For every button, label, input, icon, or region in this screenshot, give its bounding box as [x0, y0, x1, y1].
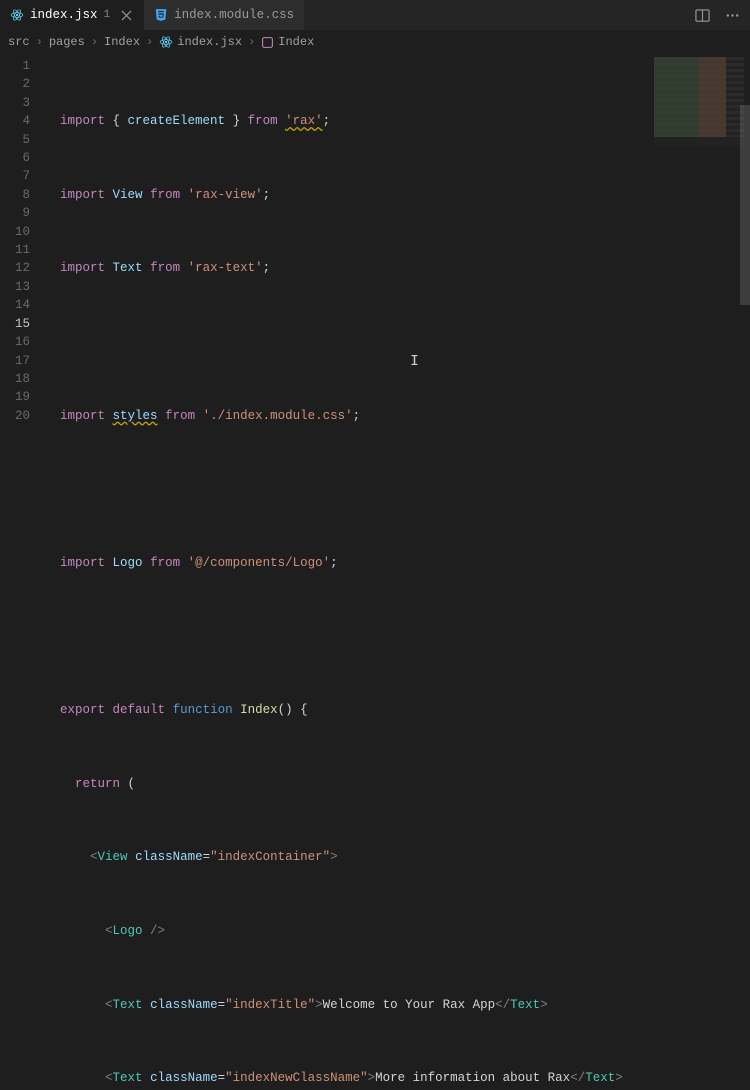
code-line: <View className="indexContainer"> — [48, 848, 750, 866]
chevron-right-icon: › — [91, 35, 98, 49]
code-line: import styles from './index.module.css'; — [48, 407, 750, 425]
tab-actions — [694, 8, 750, 23]
code-line: <Text className="indexNewClassName">More… — [48, 1069, 750, 1087]
code-content[interactable]: import { createElement } from 'rax'; imp… — [48, 53, 750, 545]
minimap[interactable] — [654, 57, 744, 137]
breadcrumb-item[interactable]: index.jsx — [177, 35, 242, 49]
tab-label: index.module.css — [174, 8, 294, 22]
editor[interactable]: 1234567891011121314151617181920 import {… — [0, 53, 750, 545]
code-line: export default function Index() { — [48, 701, 750, 719]
breadcrumb[interactable]: src › pages › Index › index.jsx › Index — [0, 31, 750, 53]
tab-bar: index.jsx 1 index.module.css — [0, 0, 750, 31]
symbol-method-icon — [261, 36, 274, 49]
text-cursor-icon: I — [410, 353, 419, 371]
split-editor-icon[interactable] — [694, 8, 710, 23]
scrollbar-thumb[interactable] — [740, 105, 750, 305]
code-line: import Logo from '@/components/Logo'; — [48, 554, 750, 572]
code-line — [48, 333, 750, 351]
react-icon — [10, 8, 24, 22]
breadcrumb-item[interactable]: src — [8, 35, 30, 49]
code-line: import { createElement } from 'rax'; — [48, 112, 750, 130]
chevron-right-icon: › — [248, 35, 255, 49]
line-gutter: 1234567891011121314151617181920 — [0, 53, 48, 545]
chevron-right-icon: › — [146, 35, 153, 49]
tab-index-module-css[interactable]: index.module.css — [144, 0, 304, 30]
css-icon — [154, 8, 168, 22]
chevron-right-icon: › — [36, 35, 43, 49]
breadcrumb-item[interactable]: Index — [104, 35, 140, 49]
code-line: import View from 'rax-view'; — [48, 186, 750, 204]
close-icon[interactable] — [118, 7, 134, 23]
code-line: return ( — [48, 775, 750, 793]
tab-index-jsx[interactable]: index.jsx 1 — [0, 0, 144, 30]
breadcrumb-item[interactable]: Index — [278, 35, 314, 49]
breadcrumb-item[interactable]: pages — [49, 35, 85, 49]
code-line — [48, 480, 750, 498]
tab-label: index.jsx — [30, 8, 98, 22]
code-line: import Text from 'rax-text'; — [48, 259, 750, 277]
code-line: <Text className="indexTitle">Welcome to … — [48, 996, 750, 1014]
code-line: <Logo /> — [48, 922, 750, 940]
react-icon — [159, 35, 173, 49]
tab-dirty-indicator: 1 — [104, 9, 111, 21]
more-icon[interactable] — [724, 8, 740, 23]
code-line — [48, 627, 750, 645]
